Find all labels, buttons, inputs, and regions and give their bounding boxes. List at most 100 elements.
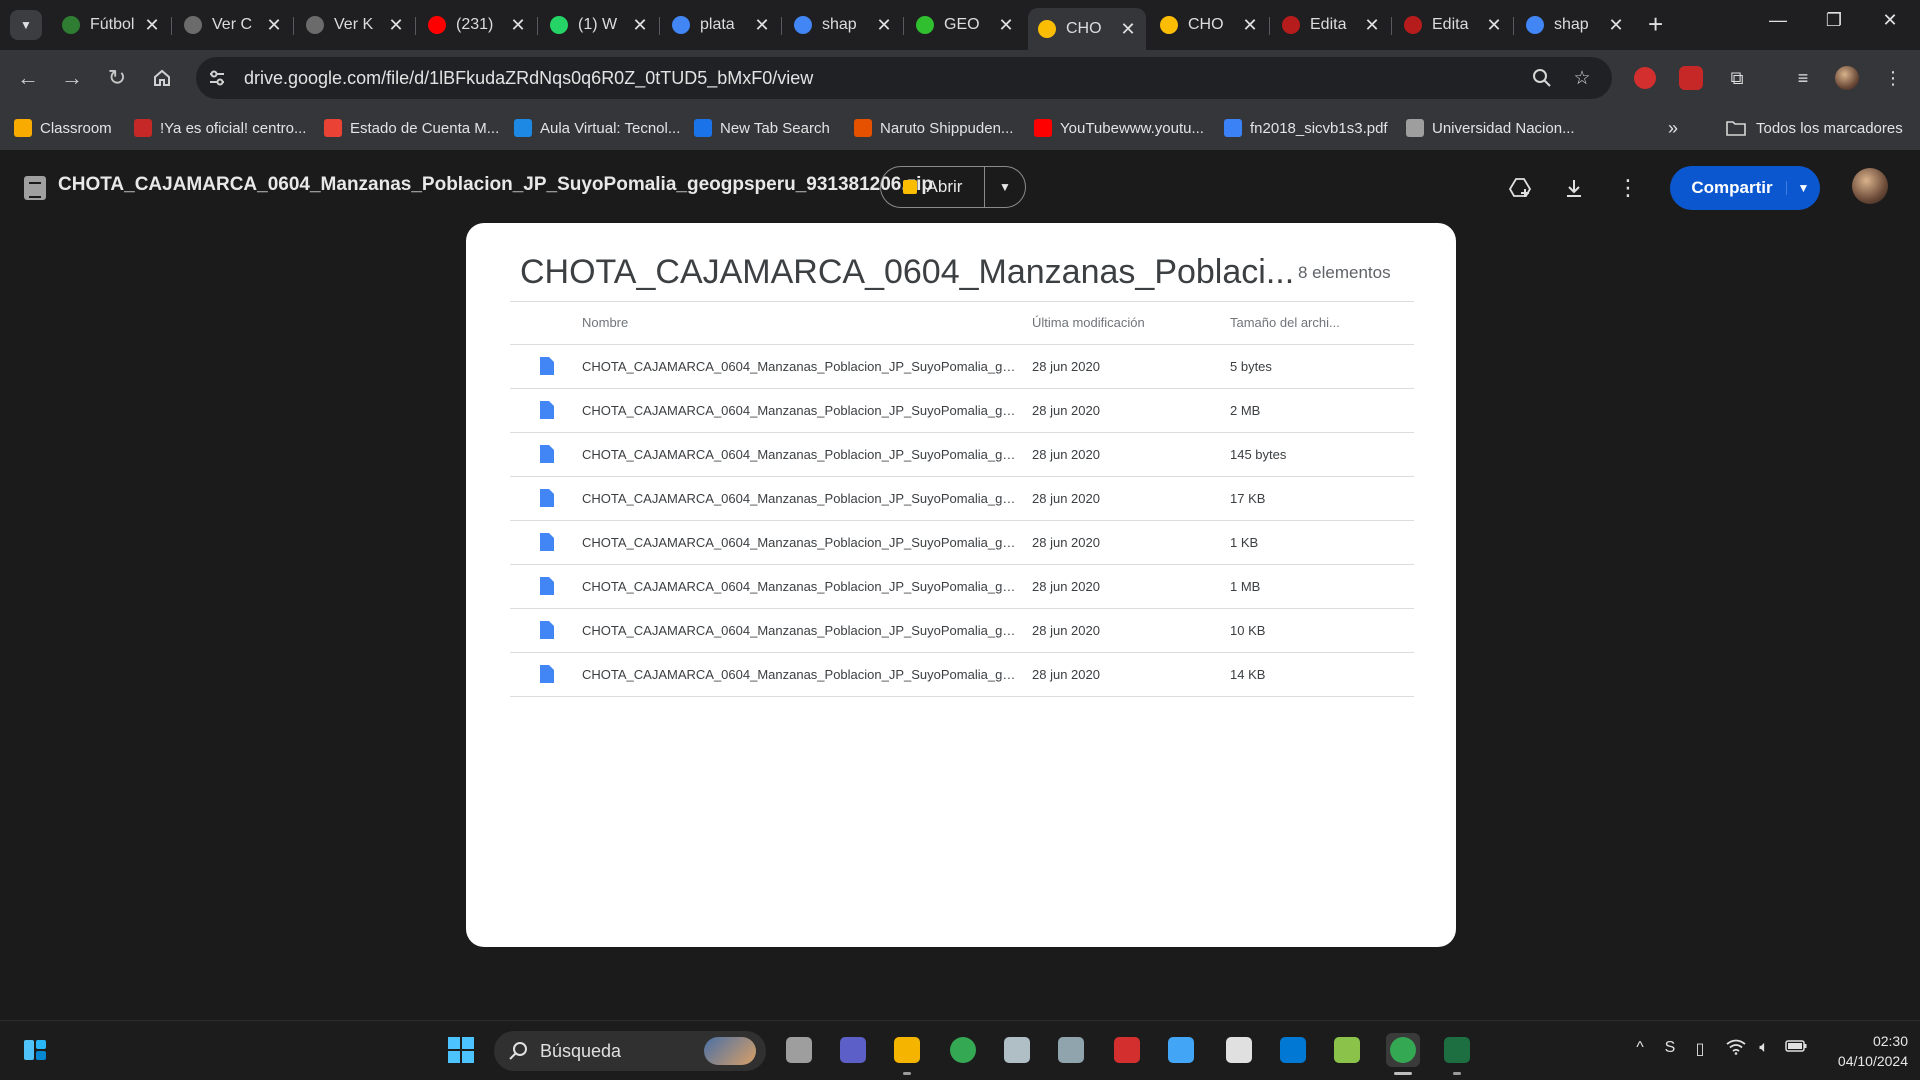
chrome-profile-icon[interactable] — [1386, 1033, 1420, 1067]
bookmark-item[interactable]: YouTubewww.youtu... — [1034, 116, 1204, 140]
globe-app-icon[interactable] — [1164, 1033, 1198, 1067]
open-with-button[interactable]: Abrir ▼ — [880, 166, 1026, 208]
address-bar[interactable]: drive.google.com/file/d/1lBFkudaZRdNqs0q… — [196, 57, 1612, 99]
minimize-icon[interactable]: — — [1758, 10, 1798, 31]
s-app-tray-icon[interactable]: S — [1658, 1039, 1682, 1057]
bookmark-item[interactable]: Naruto Shippuden... — [854, 116, 1013, 140]
network-app-icon[interactable] — [1000, 1033, 1034, 1067]
close-tab-icon[interactable]: ✕ — [754, 15, 770, 36]
close-tab-icon[interactable]: ✕ — [998, 15, 1014, 36]
bookmark-item[interactable]: New Tab Search — [694, 116, 830, 140]
file-explorer-icon[interactable] — [890, 1033, 924, 1067]
account-avatar[interactable] — [1852, 168, 1888, 204]
file-row[interactable]: CHOTA_CAJAMARCA_0604_Manzanas_Poblacion_… — [510, 389, 1414, 433]
bookmark-item[interactable]: Aula Virtual: Tecnol... — [514, 116, 680, 140]
close-tab-icon[interactable]: ✕ — [1120, 19, 1136, 40]
file-row[interactable]: CHOTA_CAJAMARCA_0604_Manzanas_Poblacion_… — [510, 521, 1414, 565]
close-tab-icon[interactable]: ✕ — [1608, 15, 1624, 36]
media-control-icon[interactable]: ≡ — [1790, 65, 1816, 91]
file-name: CHOTA_CAJAMARCA_0604_Manzanas_Poblacion_… — [582, 447, 1022, 462]
close-tab-icon[interactable]: ✕ — [1364, 15, 1380, 36]
open-button[interactable]: Abrir — [881, 167, 985, 207]
java-icon[interactable] — [1222, 1033, 1256, 1067]
file-row[interactable]: CHOTA_CAJAMARCA_0604_Manzanas_Poblacion_… — [510, 345, 1414, 389]
download-icon[interactable] — [1560, 174, 1588, 202]
browser-tab[interactable]: shap ✕ — [784, 6, 902, 44]
close-window-icon[interactable]: ✕ — [1870, 10, 1910, 31]
file-row[interactable]: CHOTA_CAJAMARCA_0604_Manzanas_Poblacion_… — [510, 433, 1414, 477]
browser-tab[interactable]: Ver K ✕ — [296, 6, 414, 44]
qgis-icon[interactable] — [1330, 1033, 1364, 1067]
browser-tab[interactable]: GEO ✕ — [906, 6, 1024, 44]
extension-red-icon[interactable] — [1678, 65, 1704, 91]
document-file-icon — [540, 577, 554, 595]
home-icon[interactable] — [148, 64, 176, 92]
taskbar-search[interactable]: Búsqueda — [494, 1031, 766, 1071]
all-bookmarks-button[interactable]: Todos los marcadores — [1726, 116, 1903, 140]
battery-icon[interactable] — [1784, 1039, 1808, 1057]
close-tab-icon[interactable]: ✕ — [1486, 15, 1502, 36]
browser-tab[interactable]: Edita ✕ — [1394, 6, 1512, 44]
share-dropdown-icon[interactable]: ▼ — [1786, 181, 1820, 195]
zoom-search-icon[interactable] — [1530, 66, 1554, 90]
browser-tab[interactable]: Ver C ✕ — [174, 6, 292, 44]
close-tab-icon[interactable]: ✕ — [510, 15, 526, 36]
bookmark-star-icon[interactable]: ☆ — [1570, 66, 1594, 90]
forward-arrow-icon[interactable]: → — [58, 64, 86, 92]
task-view-icon[interactable] — [782, 1033, 816, 1067]
more-bookmarks-icon[interactable]: » — [1668, 116, 1678, 140]
browser-tab[interactable]: shap ✕ — [1516, 6, 1634, 44]
file-row[interactable]: CHOTA_CAJAMARCA_0604_Manzanas_Poblacion_… — [510, 609, 1414, 653]
close-tab-icon[interactable]: ✕ — [388, 15, 404, 36]
browser-tab[interactable]: Fútbol ✕ — [52, 6, 170, 44]
wifi-icon[interactable] — [1724, 1039, 1748, 1060]
browser-tab[interactable]: plata ✕ — [662, 6, 780, 44]
site-info-icon[interactable] — [200, 61, 234, 95]
chrome-icon[interactable] — [946, 1033, 980, 1067]
bookmark-item[interactable]: Classroom — [14, 116, 112, 140]
camera-icon[interactable] — [1054, 1033, 1088, 1067]
add-to-drive-icon[interactable] — [1506, 174, 1534, 202]
file-row[interactable]: CHOTA_CAJAMARCA_0604_Manzanas_Poblacion_… — [510, 477, 1414, 521]
volume-icon[interactable]: 🔈︎ — [1752, 1039, 1776, 1057]
file-row[interactable]: CHOTA_CAJAMARCA_0604_Manzanas_Poblacion_… — [510, 565, 1414, 609]
browser-tab[interactable]: CHO ✕ — [1150, 6, 1268, 44]
extensions-puzzle-icon[interactable]: ⧉ — [1724, 65, 1750, 91]
close-tab-icon[interactable]: ✕ — [266, 15, 282, 36]
meet-icon[interactable] — [836, 1033, 870, 1067]
bookmark-item[interactable]: Universidad Nacion... — [1406, 116, 1575, 140]
extension-hand-icon[interactable] — [1632, 65, 1658, 91]
excel-icon[interactable] — [1440, 1033, 1474, 1067]
restore-icon[interactable]: ❐ — [1814, 10, 1854, 31]
system-clock[interactable]: 02:30 04/10/2024 — [1820, 1031, 1908, 1071]
file-size: 1 MB — [1230, 579, 1261, 594]
close-tab-icon[interactable]: ✕ — [632, 15, 648, 36]
usb-device-icon[interactable]: ▯ — [1688, 1039, 1712, 1059]
share-button[interactable]: Compartir ▼ — [1670, 166, 1820, 210]
show-hidden-icons[interactable]: ^ — [1628, 1039, 1652, 1057]
new-tab-button[interactable]: + — [1648, 10, 1663, 38]
acrobat-icon[interactable] — [1110, 1033, 1144, 1067]
open-dropdown-icon[interactable]: ▼ — [985, 180, 1025, 194]
more-actions-icon[interactable]: ⋮ — [1614, 174, 1642, 202]
bookmark-item[interactable]: fn2018_sicvb1s3.pdf — [1224, 116, 1388, 140]
profile-avatar[interactable] — [1834, 65, 1860, 91]
widgets-icon[interactable] — [18, 1033, 52, 1067]
bookmark-item[interactable]: !Ya es oficial! centro... — [134, 116, 306, 140]
back-arrow-icon[interactable]: ← — [14, 64, 42, 92]
store-icon[interactable] — [1276, 1033, 1310, 1067]
browser-tab[interactable]: (231) ✕ — [418, 6, 536, 44]
bookmark-item[interactable]: Estado de Cuenta M... — [324, 116, 499, 140]
browser-tab[interactable]: CHO ✕ — [1028, 8, 1146, 50]
tab-search-button[interactable]: ▼ — [10, 10, 42, 40]
close-tab-icon[interactable]: ✕ — [1242, 15, 1258, 36]
document-file-icon — [540, 665, 554, 683]
close-tab-icon[interactable]: ✕ — [876, 15, 892, 36]
windows-start-icon[interactable] — [444, 1033, 478, 1067]
browser-tab[interactable]: (1) W ✕ — [540, 6, 658, 44]
file-row[interactable]: CHOTA_CAJAMARCA_0604_Manzanas_Poblacion_… — [510, 653, 1414, 697]
browser-tab[interactable]: Edita ✕ — [1272, 6, 1390, 44]
menu-dots-icon[interactable]: ⋮ — [1880, 65, 1906, 91]
reload-icon[interactable]: ↻ — [103, 64, 131, 92]
close-tab-icon[interactable]: ✕ — [144, 15, 160, 36]
